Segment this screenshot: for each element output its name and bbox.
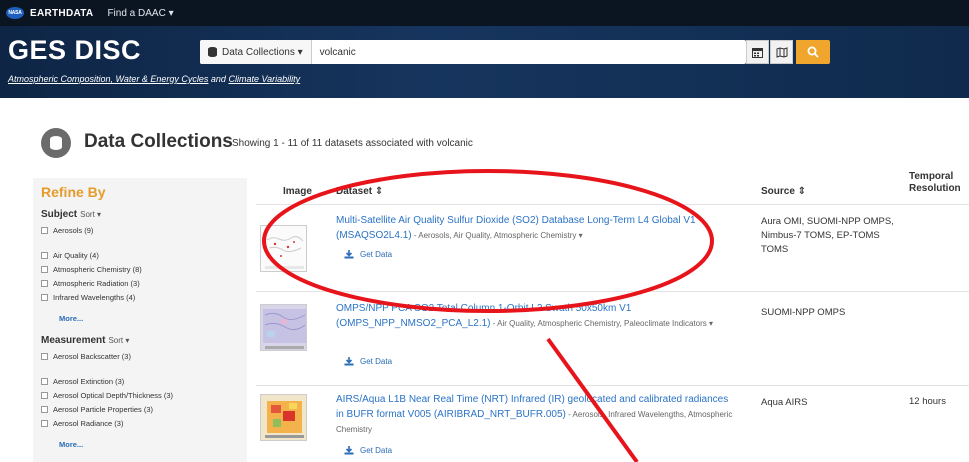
checkbox[interactable]	[41, 227, 48, 234]
dataset-source: Aura OMI, SUOMI-NPP OMPS, Nimbus-7 TOMS,…	[761, 216, 894, 255]
checkbox[interactable]	[41, 280, 48, 287]
earthdata-logo[interactable]: EARTHDATA	[30, 8, 93, 19]
dataset-title-link[interactable]: AIRS/Aqua L1B Near Real Time (NRT) Infra…	[336, 392, 734, 437]
dataset-thumbnail[interactable]	[260, 394, 307, 441]
checkbox[interactable]	[41, 392, 48, 399]
nasa-logo[interactable]: NASA	[6, 7, 24, 19]
column-header-image: Image	[283, 186, 312, 197]
page-title: Data Collections	[84, 131, 233, 152]
row-separator	[256, 385, 969, 386]
dataset-keywords: - Aerosols, Air Quality, Atmospheric Che…	[411, 231, 583, 240]
facet-aerosol-extinction[interactable]: Aerosol Extinction (3)	[41, 377, 124, 386]
get-data-button[interactable]: Get Data	[344, 250, 392, 259]
top-bar: NASA EARTHDATA Find a DAAC ▾	[0, 0, 969, 26]
column-header-source[interactable]: Source ⇕	[761, 186, 806, 197]
dataset-temporal-resolution: 12 hours	[909, 396, 946, 407]
subtitle-link-climate[interactable]: Climate Variability	[228, 74, 300, 84]
checkbox[interactable]	[41, 378, 48, 385]
subtitle-link-atmospheric[interactable]: Atmospheric Composition, Water & Energy …	[8, 74, 208, 84]
facet-aerosol-radiance[interactable]: Aerosol Radiance (3)	[41, 419, 123, 428]
subject-facet-heading: Subject Sort ▾	[41, 209, 102, 220]
facet-atmospheric-chemistry[interactable]: Atmospheric Chemistry (8)	[41, 265, 142, 274]
site-title[interactable]: GES DISC	[8, 35, 141, 66]
checkbox[interactable]	[41, 353, 48, 360]
refine-sidebar: Refine By Subject Sort ▾ Aerosols (9) Air…	[33, 178, 247, 462]
search-button[interactable]	[796, 40, 830, 64]
column-header-dataset[interactable]: Dataset ⇕	[336, 186, 383, 197]
search-icon	[807, 46, 819, 58]
download-icon	[344, 250, 354, 259]
site-header: GES DISC Atmospheric Composition, Water …	[0, 26, 969, 98]
dataset-source: SUOMI-NPP OMPS	[761, 307, 846, 318]
subject-more-link[interactable]: More...	[59, 314, 83, 323]
dataset-thumbnail[interactable]	[260, 304, 307, 351]
download-icon	[344, 357, 354, 366]
facet-aerosols[interactable]: Aerosols (9)	[41, 226, 93, 235]
find-a-daac-dropdown[interactable]: Find a DAAC ▾	[107, 8, 173, 19]
column-header-temporal-resolution: Temporal Resolution	[909, 171, 961, 194]
search-bar: Data Collections ▾ volcanic	[200, 40, 746, 64]
checkbox[interactable]	[41, 294, 48, 301]
download-icon	[344, 446, 354, 455]
subject-sort-dropdown[interactable]: Sort ▾	[80, 210, 101, 219]
collection-type-dropdown[interactable]: Data Collections ▾	[200, 40, 312, 64]
measurement-facet-heading: Measurement Sort ▾	[41, 335, 130, 346]
row-separator	[256, 291, 969, 292]
data-collections-icon	[41, 128, 71, 158]
get-data-button[interactable]: Get Data	[344, 357, 392, 366]
row-separator	[256, 204, 969, 205]
dataset-thumbnail[interactable]	[260, 225, 307, 272]
get-data-button[interactable]: Get Data	[344, 446, 392, 455]
search-input[interactable]: volcanic	[312, 47, 746, 58]
database-icon	[208, 47, 217, 57]
refine-by-heading: Refine By	[41, 184, 106, 200]
dataset-source: Aqua AIRS	[761, 397, 808, 408]
map-icon[interactable]	[770, 40, 793, 64]
measurement-more-link[interactable]: More...	[59, 440, 83, 449]
facet-aerosol-optical-depth[interactable]: Aerosol Optical Depth/Thickness (3)	[41, 391, 173, 400]
facet-aerosol-particle-properties[interactable]: Aerosol Particle Properties (3)	[41, 405, 153, 414]
results-count: Showing 1 - 11 of 11 datasets associated…	[232, 138, 473, 149]
facet-infrared-wavelengths[interactable]: Infrared Wavelengths (4)	[41, 293, 135, 302]
calendar-icon[interactable]	[746, 40, 769, 64]
dataset-title-link[interactable]: Multi-Satellite Air Quality Sulfur Dioxi…	[336, 213, 734, 243]
site-subtitle: Atmospheric Composition, Water & Energy …	[8, 74, 301, 84]
facet-aerosol-backscatter[interactable]: Aerosol Backscatter (3)	[41, 352, 131, 361]
dataset-title-link[interactable]: OMPS/NPP PCA SO2 Total Column 1-Orbit L2…	[336, 301, 734, 331]
checkbox[interactable]	[41, 406, 48, 413]
checkbox[interactable]	[41, 252, 48, 259]
dataset-keywords: - Air Quality, Atmospheric Chemistry, Pa…	[490, 319, 713, 328]
checkbox[interactable]	[41, 420, 48, 427]
facet-atmospheric-radiation[interactable]: Atmospheric Radiation (3)	[41, 279, 140, 288]
measurement-sort-dropdown[interactable]: Sort ▾	[108, 336, 129, 345]
checkbox[interactable]	[41, 266, 48, 273]
facet-air-quality[interactable]: Air Quality (4)	[41, 251, 99, 260]
